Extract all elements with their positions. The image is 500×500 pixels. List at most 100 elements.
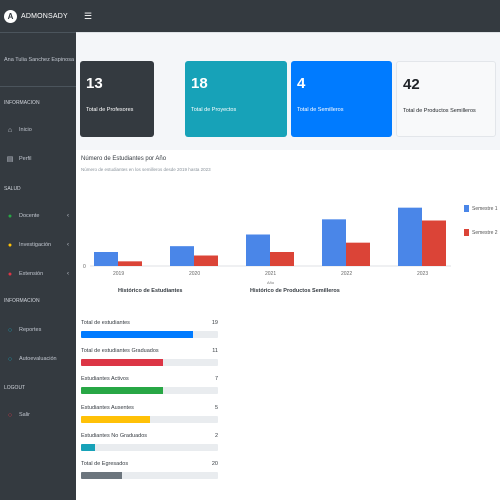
- legend-swatch: [464, 205, 469, 212]
- box-value: 42: [403, 76, 420, 93]
- progress-fill: [81, 416, 150, 423]
- stat-row-header: Total de estudiantes Graduados 11: [81, 348, 218, 354]
- x-tick-label: 2020: [189, 271, 200, 277]
- chevron-left-icon: ‹: [67, 242, 69, 248]
- y-tick-label: 0: [83, 264, 86, 270]
- stat-box-productos[interactable]: 42 Total de Productos Semilleros: [396, 61, 496, 137]
- progress-fill: [81, 387, 164, 394]
- stat-value: 20: [211, 461, 218, 467]
- progress-bar: [81, 472, 218, 479]
- stat-row: Estudiantes Ausentes 5: [81, 405, 218, 423]
- sidebar-item-label: Inicio: [19, 127, 32, 133]
- legend-item-semestre-2[interactable]: Semestre 2: [464, 229, 498, 236]
- box-label: Total de Semilleros: [297, 107, 344, 113]
- stat-row: Total de Egresados 20: [81, 461, 218, 479]
- stat-label: Total de Egresados: [81, 461, 129, 467]
- bar-2022-1[interactable]: [322, 219, 346, 266]
- legend-label: Semestre 2: [472, 229, 498, 236]
- bar-2020-2[interactable]: [194, 255, 218, 267]
- sidebar-item-investigacion[interactable]: ● Investigación ‹: [0, 237, 76, 253]
- brand[interactable]: A ADMONSADY: [0, 0, 76, 33]
- bar-2023-2[interactable]: [422, 220, 446, 267]
- x-tick-label: 2022: [341, 271, 352, 277]
- sidebar-item-reportes[interactable]: ○ Reportes: [0, 322, 76, 338]
- box-value: 4: [297, 75, 306, 92]
- sidebar-item-extension[interactable]: ● Extensión ‹: [0, 266, 76, 282]
- stat-row-header: Estudiantes Activos 7: [81, 376, 218, 382]
- stat-row-header: Total de Egresados 20: [81, 461, 218, 467]
- progress-fill: [81, 359, 164, 366]
- top-navbar: ☰: [76, 0, 500, 33]
- sidebar-item-inicio[interactable]: ⌂ Inicio: [0, 122, 76, 138]
- sidebar-item-perfil[interactable]: ▤ Perfil: [0, 151, 76, 167]
- x-axis-hint: Año: [267, 280, 275, 285]
- progress-fill: [81, 444, 95, 451]
- stat-label: Estudiantes Activos: [81, 376, 129, 382]
- home-icon: ⌂: [7, 126, 13, 134]
- x-tick-label: 2023: [417, 271, 428, 277]
- nav-header-logout: LOGOUT: [4, 385, 26, 391]
- legend-item-semestre-1[interactable]: Semestre 1: [464, 205, 498, 212]
- progress-fill: [81, 472, 123, 479]
- section-title-estudiantes: Histórico de Estudiantes: [118, 288, 183, 294]
- progress-bar: [81, 359, 218, 366]
- menu-toggle-icon[interactable]: ☰: [84, 11, 92, 22]
- sidebar-item-label: Perfil: [19, 156, 32, 162]
- stat-row-header: Total de estudiantes 19: [81, 320, 218, 326]
- nav-header-informacion-2: INFORMACION: [4, 298, 40, 304]
- circle-outline-icon: ○: [7, 411, 13, 419]
- user-panel[interactable]: Ana Tulia Sanchez Espinosa: [0, 33, 76, 87]
- stat-box-proyectos[interactable]: 18 Total de Proyectos: [185, 61, 287, 137]
- main-content: 13 Total de Profesores 18 Total de Proye…: [76, 33, 500, 500]
- circle-outline-icon: ○: [7, 355, 13, 363]
- sidebar-item-label: Salir: [19, 412, 31, 418]
- sidebar-item-docente[interactable]: ● Docente ‹: [0, 208, 76, 224]
- stat-label: Estudiantes Ausentes: [81, 405, 134, 411]
- stat-row: Total de estudiantes 19: [81, 320, 218, 338]
- stat-value: 2: [214, 433, 218, 439]
- bar-2021-2[interactable]: [270, 252, 294, 266]
- stat-box-semilleros[interactable]: 4 Total de Semilleros: [291, 61, 392, 137]
- legend-swatch: [464, 229, 469, 236]
- bar-2020-1[interactable]: [170, 246, 194, 266]
- x-tick-label: 2019: [113, 271, 124, 277]
- bar-chart: 0 2019 2020 2021 2022 2023: [83, 207, 451, 277]
- sidebar: A ADMONSADY Ana Tulia Sanchez Espinosa I…: [0, 0, 76, 500]
- stat-value: 5: [214, 405, 218, 411]
- chevron-left-icon: ‹: [67, 213, 69, 219]
- circle-outline-icon: ○: [7, 326, 13, 334]
- progress-bar: [81, 331, 218, 338]
- sidebar-item-label: Docente: [19, 213, 40, 219]
- sidebar-item-salir[interactable]: ○ Salir: [0, 407, 76, 423]
- user-name: Ana Tulia Sanchez Espinosa: [4, 56, 75, 63]
- bar-2019-2[interactable]: [118, 261, 142, 266]
- x-tick-label: 2021: [265, 271, 276, 277]
- box-label: Total de Proyectos: [191, 107, 237, 113]
- progress-bar: [81, 416, 218, 423]
- stat-row: Estudiantes Activos 7: [81, 376, 218, 394]
- box-value: 18: [191, 75, 208, 92]
- bar-2021-1[interactable]: [246, 234, 270, 267]
- bar-2019-1[interactable]: [94, 252, 118, 266]
- bar-2023-1[interactable]: [398, 207, 422, 266]
- stat-box-profesores[interactable]: 13 Total de Profesores: [80, 61, 154, 137]
- sidebar-item-label: Extensión: [19, 271, 44, 277]
- progress-bar: [81, 387, 218, 394]
- brand-logo: A: [4, 9, 17, 23]
- sidebar-item-label: Reportes: [19, 327, 42, 333]
- bar-2022-2[interactable]: [346, 242, 370, 266]
- stat-row-header: Estudiantes Ausentes 5: [81, 405, 218, 411]
- stat-row-header: Estudiantes No Graduados 2: [81, 433, 218, 439]
- sidebar-item-autoevaluacion[interactable]: ○ Autoevaluación: [0, 351, 76, 367]
- box-value: 13: [86, 75, 103, 92]
- stat-label: Total de estudiantes: [81, 320, 130, 326]
- stat-label: Estudiantes No Graduados: [81, 433, 148, 439]
- stat-row: Total de estudiantes Graduados 11: [81, 348, 218, 366]
- circle-icon: ●: [7, 241, 13, 249]
- circle-icon: ●: [7, 270, 13, 278]
- chart-subtitle: Número de estudiantes en los semilleros …: [81, 167, 211, 172]
- stat-label: Total de estudiantes Graduados: [81, 348, 159, 354]
- chart-title: Número de Estudiantes por Año: [81, 156, 167, 162]
- sidebar-item-label: Investigación: [19, 242, 52, 248]
- box-label: Total de Productos Semilleros: [403, 108, 476, 114]
